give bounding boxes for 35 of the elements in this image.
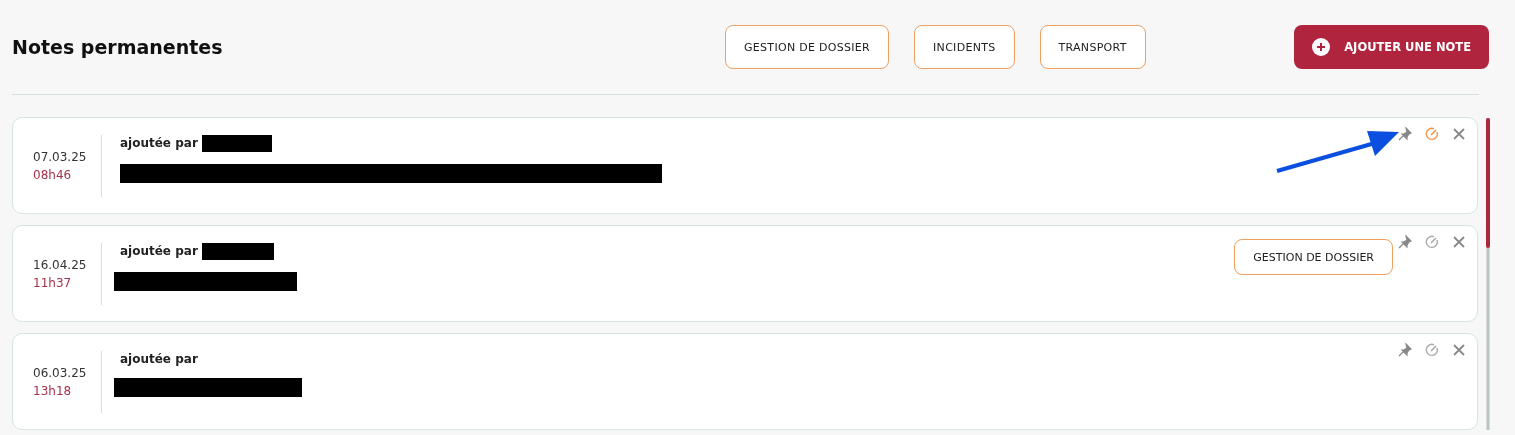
edit-icon (1425, 235, 1439, 249)
pin-button[interactable] (1397, 234, 1413, 250)
add-note-button[interactable]: AJOUTER UNE NOTE (1294, 25, 1489, 69)
edit-button[interactable] (1424, 342, 1440, 358)
pin-button[interactable] (1397, 126, 1413, 142)
category-tag[interactable]: GESTION DE DOSSIER (1234, 239, 1393, 275)
plus-circle-icon (1312, 38, 1331, 56)
author-label: ajoutée par (120, 352, 198, 366)
close-button[interactable] (1451, 234, 1467, 250)
close-button[interactable] (1451, 342, 1467, 358)
edit-button[interactable] (1424, 126, 1440, 142)
pin-button[interactable] (1397, 342, 1413, 358)
filter-button[interactable]: INCIDENTS (914, 25, 1015, 69)
note-time: 08h46 (33, 167, 73, 182)
note-date: 16.04.25 (33, 257, 88, 272)
close-button[interactable] (1451, 126, 1467, 142)
note-date: 07.03.25 (33, 149, 88, 164)
pin-icon (1398, 127, 1412, 141)
edit-icon (1425, 127, 1439, 141)
author-label: ajoutée par (120, 136, 198, 150)
page-title: Notes permanentes (12, 36, 224, 58)
filter-button[interactable]: GESTION DE DOSSIER (725, 25, 890, 69)
edit-button[interactable] (1424, 234, 1440, 250)
filter-button[interactable]: TRANSPORT (1039, 25, 1146, 69)
pin-icon (1398, 235, 1412, 249)
scrollbar[interactable] (1486, 118, 1490, 430)
edit-icon (1425, 343, 1439, 357)
close-icon (1453, 128, 1465, 140)
note-date: 06.03.25 (33, 365, 88, 380)
pin-icon (1398, 343, 1412, 357)
close-icon (1453, 236, 1465, 248)
close-icon (1453, 344, 1465, 356)
author-label: ajoutée par (120, 244, 198, 258)
note-time: 13h18 (33, 383, 73, 398)
note-time: 11h37 (33, 275, 73, 290)
